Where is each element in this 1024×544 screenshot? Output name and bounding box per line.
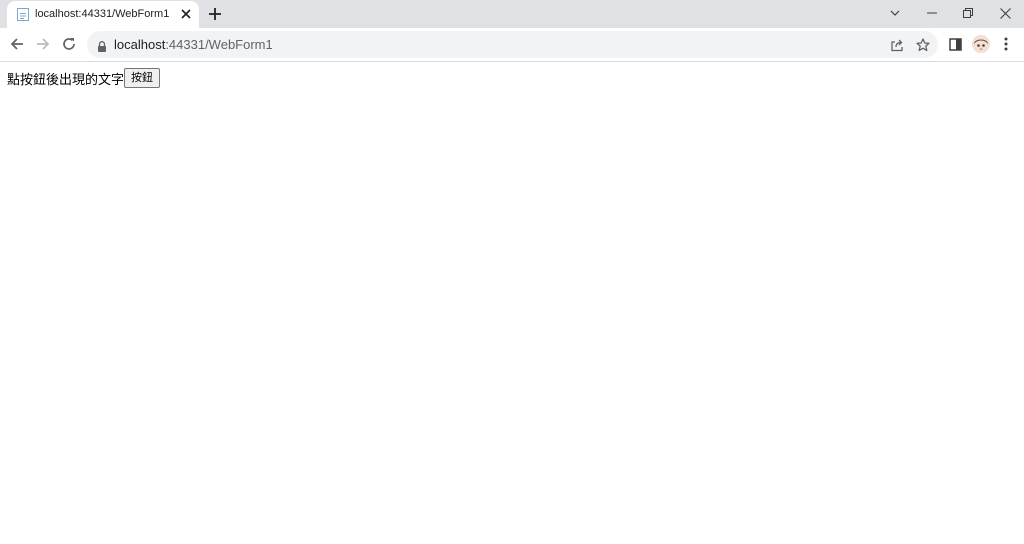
tab-title: localhost:44331/WebForm1 <box>35 8 170 20</box>
page-icon <box>17 8 29 21</box>
submit-button[interactable]: 按鈕 <box>124 68 160 88</box>
profile-avatar[interactable] <box>972 35 990 53</box>
url-host: localhost <box>114 37 166 52</box>
kebab-menu-icon[interactable] <box>996 34 1016 54</box>
restore-icon[interactable] <box>950 0 986 26</box>
plus-icon[interactable] <box>206 5 224 23</box>
url-text: localhost:44331/WebForm1 <box>114 37 273 52</box>
close-icon[interactable] <box>179 7 193 21</box>
lock-icon[interactable] <box>97 39 107 52</box>
reload-icon[interactable] <box>59 34 79 54</box>
minimize-icon[interactable] <box>914 0 950 26</box>
side-panel-icon[interactable] <box>945 34 965 54</box>
forward-arrow-icon[interactable] <box>33 34 53 54</box>
page-content: 點按鈕後出現的文字 按鈕 <box>0 62 1024 544</box>
back-arrow-icon[interactable] <box>7 34 27 54</box>
share-icon[interactable] <box>887 35 907 55</box>
star-icon[interactable] <box>913 35 933 55</box>
url-path: :44331/WebForm1 <box>165 37 273 52</box>
window-close-icon[interactable] <box>987 0 1023 26</box>
browser-tab[interactable]: localhost:44331/WebForm1 <box>7 1 199 28</box>
browser-toolbar: localhost:44331/WebForm1 <box>0 28 1024 62</box>
tab-strip: localhost:44331/WebForm1 <box>0 0 1024 28</box>
chevron-down-icon[interactable] <box>877 0 913 26</box>
result-text: 點按鈕後出現的文字 <box>7 73 125 88</box>
address-bar[interactable]: localhost:44331/WebForm1 <box>87 31 938 58</box>
